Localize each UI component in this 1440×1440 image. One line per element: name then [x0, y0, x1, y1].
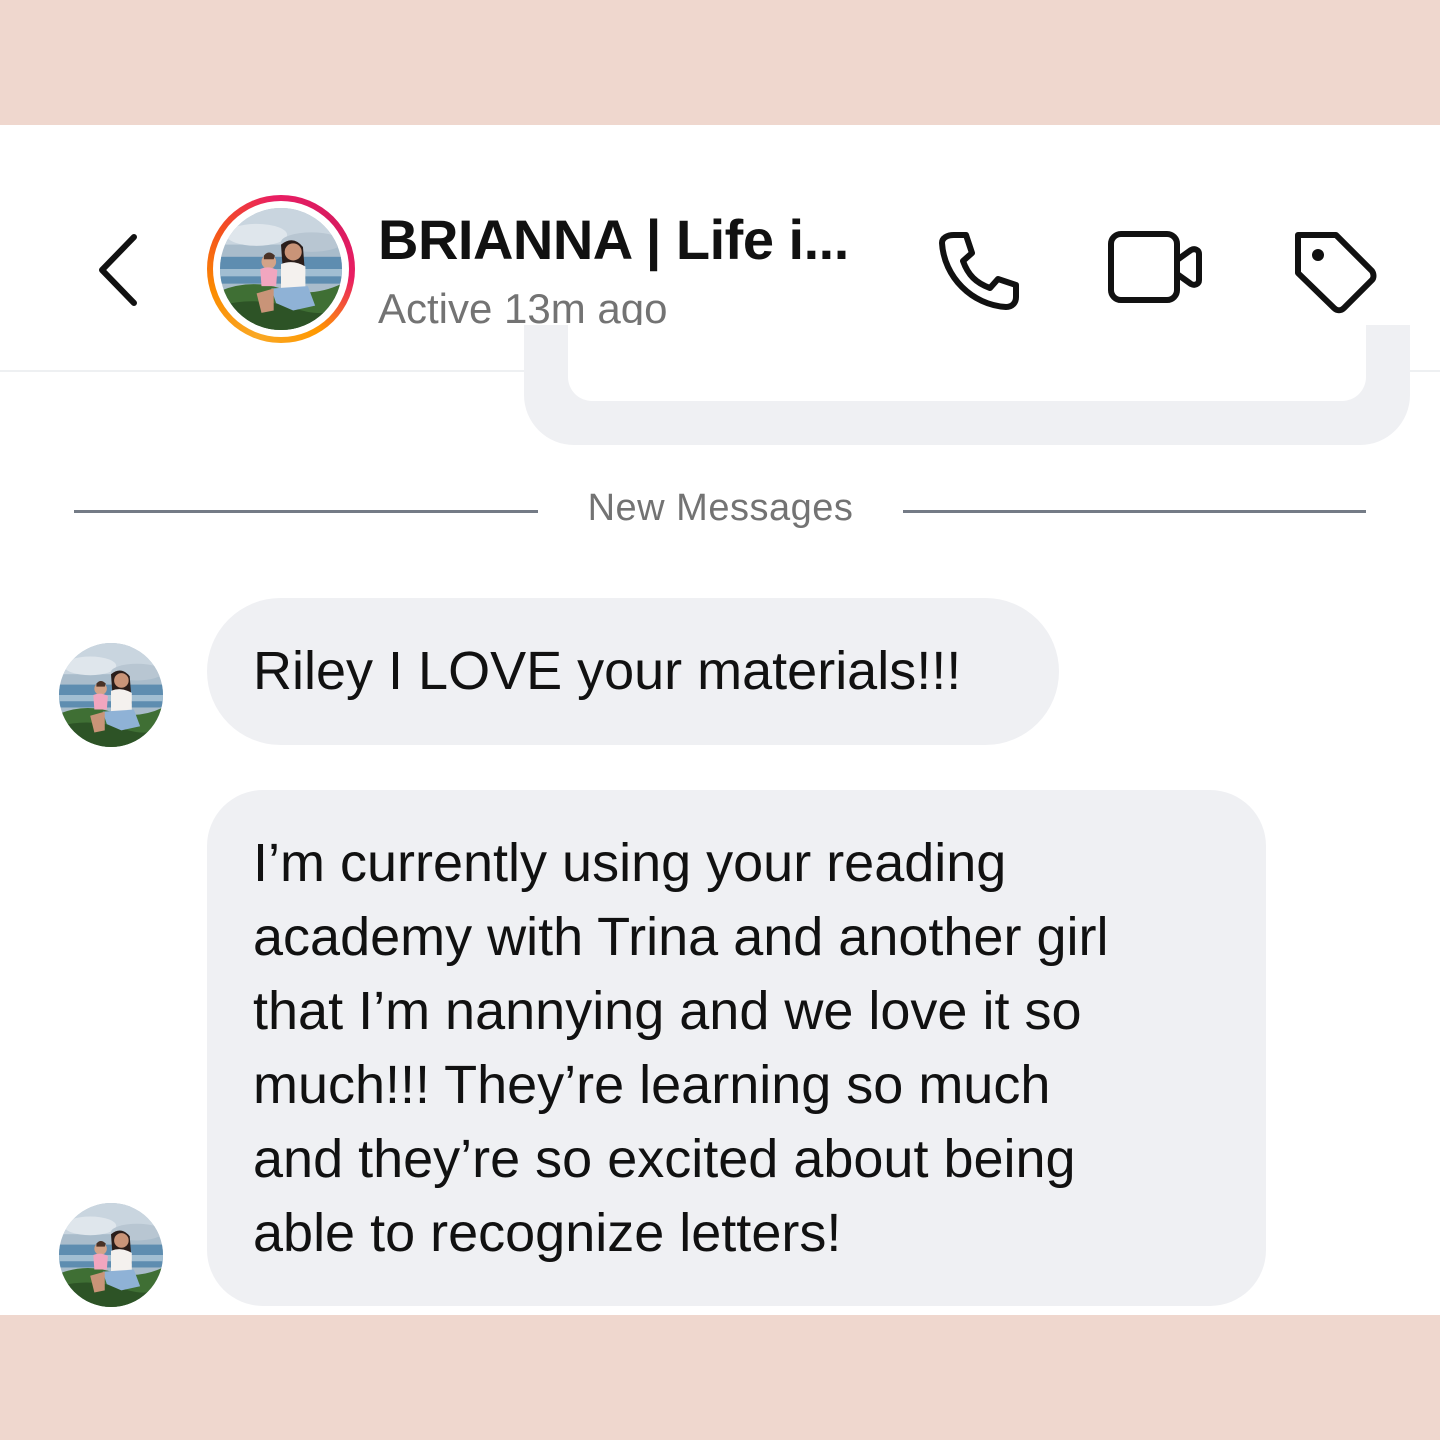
avatar[interactable]	[220, 208, 342, 330]
message-text-line: able to recognize letters!	[253, 1203, 842, 1263]
tag-button[interactable]	[1288, 225, 1380, 317]
contact-name[interactable]: BRIANNA | Life i...	[378, 207, 849, 272]
tag-icon	[1295, 232, 1377, 314]
audio-call-button[interactable]	[932, 225, 1024, 317]
video-camera-icon	[1108, 231, 1202, 303]
message-bubble[interactable]: Riley I LOVE your materials!!!	[207, 598, 1059, 745]
sender-avatar[interactable]	[59, 643, 163, 747]
divider-line-left	[74, 510, 538, 513]
phone-icon	[939, 232, 1019, 310]
message-bubble[interactable]: I’m currently using your reading academy…	[207, 790, 1266, 1306]
message-text-line: that I’m nannying and we love it so	[253, 981, 1082, 1041]
chat-screen: BRIANNA | Life i... Active 13m ago New M…	[0, 125, 1440, 1315]
new-messages-label: New Messages	[587, 487, 854, 529]
sender-avatar[interactable]	[59, 1203, 163, 1307]
previous-message-attachment	[568, 325, 1366, 401]
previous-message-bubble	[524, 325, 1410, 445]
message-text-line: much!!! They’re learning so much	[253, 1055, 1051, 1115]
message-text-line: I’m currently using your reading	[253, 833, 1007, 893]
message-text-line: and they’re so excited about being	[253, 1129, 1076, 1189]
message-text: Riley I LOVE your materials!!!	[253, 641, 962, 701]
back-button[interactable]	[88, 225, 148, 315]
divider-line-right	[903, 510, 1366, 513]
message-text-line: academy with Trina and another girl	[253, 907, 1109, 967]
chevron-left-icon	[99, 234, 137, 306]
video-call-button[interactable]	[1105, 228, 1205, 312]
